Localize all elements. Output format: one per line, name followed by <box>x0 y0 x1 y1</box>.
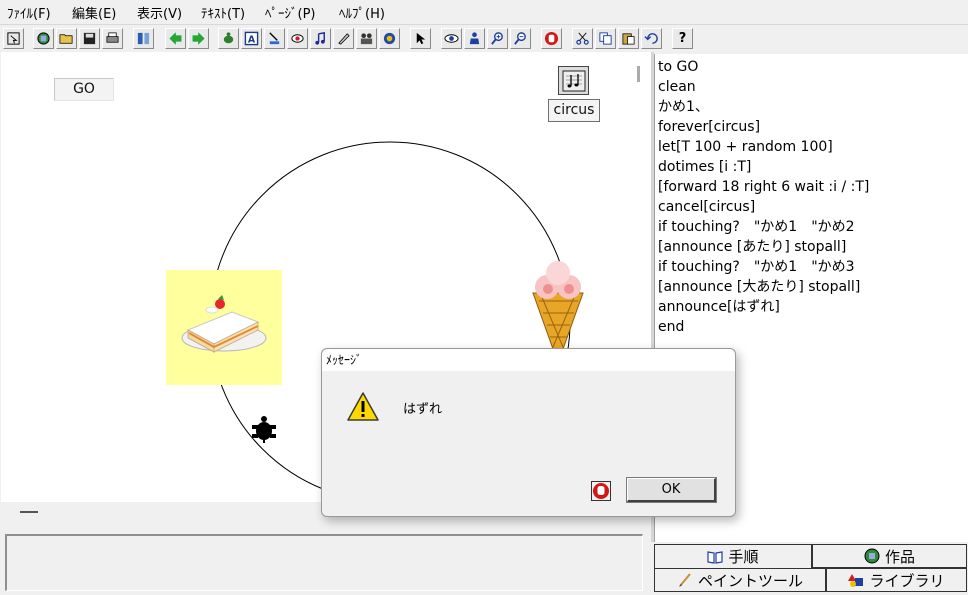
person-icon[interactable] <box>464 28 485 49</box>
code-line: announce[はずれ] <box>658 299 780 315</box>
tab-paint-tool-label: ペイントツール <box>697 571 803 590</box>
print-icon[interactable] <box>102 28 123 49</box>
copy-icon[interactable] <box>595 28 616 49</box>
menu-view[interactable]: 表示(V) <box>137 3 182 22</box>
dialog-title: ﾒｯｾｰｼﾞ <box>322 349 735 371</box>
open-folder-icon[interactable] <box>56 28 77 49</box>
cut-icon[interactable] <box>572 28 593 49</box>
code-line: to GO <box>658 59 699 75</box>
stop-icon[interactable] <box>541 28 562 49</box>
help-button[interactable]: ? <box>672 28 693 49</box>
new-page-icon[interactable] <box>33 28 54 49</box>
circus-button-label[interactable]: circus <box>548 99 600 122</box>
code-line: if touching? "かめ1 "かめ2 <box>658 219 855 235</box>
tab-paint-tool[interactable]: ペイントツール <box>654 568 826 592</box>
microworlds-window: ﾌｧｲﾙ(F) 編集(E) 表示(V) ﾃｷｽﾄ(T) ﾍﾟｰｼﾞ(P) ﾍﾙﾌ… <box>0 0 968 595</box>
scrollbar-thumb[interactable] <box>637 66 640 82</box>
shapes-icon <box>848 574 864 587</box>
menu-bar: ﾌｧｲﾙ(F) 編集(E) 表示(V) ﾃｷｽﾄ(T) ﾍﾟｰｼﾞ(P) ﾍﾙﾌ… <box>0 0 968 22</box>
paste-icon[interactable] <box>618 28 639 49</box>
arrow-pointer-icon[interactable] <box>410 28 431 49</box>
menu-file[interactable]: ﾌｧｲﾙ(F) <box>7 3 51 22</box>
code-line: end <box>658 319 685 335</box>
cake-turtle[interactable] <box>166 270 282 385</box>
icecream-turtle[interactable] <box>523 257 593 349</box>
cake-icon <box>181 295 267 353</box>
save-icon[interactable] <box>79 28 100 49</box>
message-dialog: ﾒｯｾｰｼﾞ はずれ OK <box>321 348 736 517</box>
stop-hand-icon <box>591 481 611 501</box>
record-icon[interactable] <box>287 28 308 49</box>
tab-works-label: 作品 <box>884 547 915 566</box>
code-line: forever[circus] <box>658 119 761 135</box>
code-line: dotimes [i :T] <box>658 159 752 175</box>
book-icon <box>707 550 724 564</box>
music-score-icon <box>562 70 585 91</box>
undo-icon[interactable] <box>641 28 662 49</box>
world-icon[interactable] <box>379 28 400 49</box>
next-page-icon[interactable] <box>188 28 209 49</box>
svg-text:A: A <box>248 34 256 45</box>
code-line: clean <box>658 79 696 95</box>
zoom-out-icon[interactable] <box>510 28 531 49</box>
page-list-icon[interactable] <box>133 28 154 49</box>
text-box-icon[interactable]: A <box>241 28 262 49</box>
code-line: let[T 100 + random 100] <box>658 139 833 155</box>
music-note-icon[interactable] <box>310 28 331 49</box>
stamp-icon[interactable] <box>264 28 285 49</box>
menu-edit[interactable]: 編集(E) <box>72 3 116 22</box>
tab-procedures-label: 手順 <box>728 548 759 566</box>
code-line: [announce [大あたり] stopall] <box>658 279 861 295</box>
brush-icon <box>678 573 691 587</box>
code-line: if touching? "かめ1 "かめ3 <box>658 259 855 275</box>
tab-procedures[interactable]: 手順 <box>654 544 812 568</box>
eye-icon[interactable] <box>441 28 462 49</box>
zoom-in-icon[interactable] <box>487 28 508 49</box>
menu-page[interactable]: ﾍﾟｰｼﾞ(P) <box>265 3 315 22</box>
pen-icon[interactable] <box>333 28 354 49</box>
tab-library-label: ライブラリ <box>869 571 945 590</box>
video-icon[interactable] <box>356 28 377 49</box>
tab-works[interactable]: 作品 <box>812 544 967 568</box>
code-line: [announce [あたり] stopall] <box>658 239 847 255</box>
ok-button[interactable]: OK <box>626 477 717 503</box>
warning-icon <box>347 392 379 421</box>
menu-help[interactable]: ﾍﾙﾌﾟ(H) <box>339 3 385 22</box>
toolbar: A ? <box>0 24 968 52</box>
minimize-icon[interactable] <box>20 511 38 513</box>
tab-library[interactable]: ライブラリ <box>826 568 967 592</box>
prev-page-icon[interactable] <box>165 28 186 49</box>
go-button[interactable]: GO <box>54 78 114 101</box>
circus-music-button[interactable] <box>558 66 589 95</box>
dialog-message: はずれ <box>403 402 443 417</box>
code-line: cancel[circus] <box>658 199 756 215</box>
new-turtle-icon[interactable] <box>218 28 239 49</box>
cursor-small-icon[interactable] <box>3 28 24 49</box>
project-icon <box>864 548 880 564</box>
menu-text[interactable]: ﾃｷｽﾄ(T) <box>201 3 245 22</box>
code-line: かめ1、 <box>658 99 709 115</box>
code-line: [forward 18 right 6 wait :i / :T] <box>658 179 870 195</box>
command-center[interactable] <box>5 534 643 591</box>
turtle-icon[interactable] <box>249 415 279 445</box>
